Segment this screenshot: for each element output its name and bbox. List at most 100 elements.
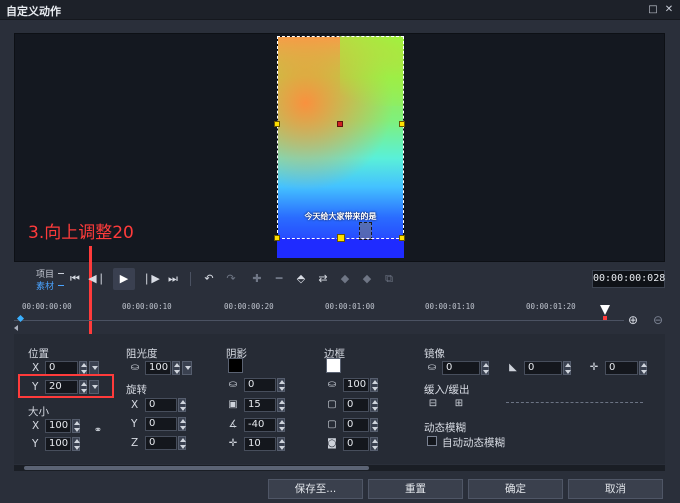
resize-handle-bottom[interactable] bbox=[337, 234, 345, 242]
maximize-icon[interactable]: □ bbox=[646, 3, 660, 17]
redo-icon[interactable]: ↷ bbox=[222, 270, 240, 288]
size-x-input[interactable]: 100 bbox=[45, 419, 71, 433]
border-soft-input[interactable]: 0 bbox=[343, 437, 369, 451]
rotation-y-spinner[interactable] bbox=[178, 417, 186, 431]
size-group-title: 大小 bbox=[28, 406, 49, 418]
title-bar bbox=[0, 0, 680, 20]
ease-in-icon[interactable]: ⊟ bbox=[426, 397, 440, 411]
shadow-angle-input[interactable]: -40 bbox=[244, 418, 276, 432]
shadow-opacity-input[interactable]: 0 bbox=[244, 378, 276, 392]
cancel-button[interactable]: 取消 bbox=[568, 479, 663, 499]
border-width-input[interactable]: 0 bbox=[343, 398, 369, 412]
timeline-track[interactable] bbox=[14, 320, 624, 321]
resize-handle-bottom-left[interactable] bbox=[274, 235, 280, 241]
opacity-spinner[interactable] bbox=[172, 361, 180, 375]
next-keyframe-icon[interactable]: ◆ bbox=[358, 270, 376, 288]
rotation-z-input[interactable]: 0 bbox=[145, 436, 177, 450]
save-as-button[interactable]: 保存至... bbox=[268, 479, 363, 499]
go-to-end-icon[interactable]: ⏭ bbox=[164, 270, 182, 288]
flip-keyframe-icon[interactable]: ⬘ bbox=[292, 270, 310, 288]
center-handle[interactable] bbox=[337, 121, 343, 127]
position-x-spinner[interactable] bbox=[79, 361, 87, 375]
position-x-dropdown[interactable] bbox=[89, 361, 99, 375]
shadow-distance-icon: ✛ bbox=[228, 438, 238, 449]
go-to-start-icon[interactable]: ⏮ bbox=[66, 270, 84, 288]
playhead-marker bbox=[603, 316, 607, 320]
scroll-left-icon[interactable] bbox=[14, 325, 18, 331]
mirror-opacity-spinner[interactable] bbox=[481, 361, 489, 375]
position-x-input[interactable]: 0 bbox=[45, 361, 78, 375]
playhead[interactable] bbox=[600, 305, 610, 315]
rotation-x-label: X bbox=[131, 399, 139, 411]
transport-divider bbox=[190, 272, 191, 286]
resize-handle-right[interactable] bbox=[399, 121, 405, 127]
swap-keyframe-icon[interactable]: ⇄ bbox=[314, 270, 332, 288]
mirror-opacity-input[interactable]: 0 bbox=[442, 361, 480, 375]
mirror-distance-spinner[interactable] bbox=[639, 361, 647, 375]
opacity-input[interactable]: 100 bbox=[145, 361, 171, 375]
rotation-z-spinner[interactable] bbox=[178, 436, 186, 450]
ruler-tick-label: 00:00:01:00 bbox=[325, 302, 375, 311]
border-opacity-spinner[interactable] bbox=[370, 378, 378, 392]
highlight-box bbox=[18, 374, 114, 398]
material-mode-label[interactable]: 素材 bbox=[36, 279, 54, 292]
shadow-angle-spinner[interactable] bbox=[277, 418, 285, 432]
border-width-spinner[interactable] bbox=[370, 398, 378, 412]
size-x-spinner[interactable] bbox=[72, 419, 80, 433]
ok-button[interactable]: 确定 bbox=[468, 479, 563, 499]
shadow-blur-input[interactable]: 15 bbox=[244, 398, 276, 412]
previous-frame-icon[interactable]: ◀❘ bbox=[88, 270, 106, 288]
mirror-fade-icon: ◣ bbox=[509, 362, 517, 373]
border-opacity-icon: ⛀ bbox=[327, 379, 337, 390]
shadow-distance-input[interactable]: 10 bbox=[244, 437, 276, 451]
close-icon[interactable]: ✕ bbox=[662, 3, 676, 17]
resize-handle-bottom-right[interactable] bbox=[399, 235, 405, 241]
border-soft-icon: ◙ bbox=[327, 438, 337, 449]
size-y-spinner[interactable] bbox=[72, 437, 80, 451]
mirror-opacity-icon: ⛀ bbox=[427, 362, 437, 373]
border-soft-spinner[interactable] bbox=[370, 437, 378, 451]
shadow-blur-spinner[interactable] bbox=[277, 398, 285, 412]
previous-keyframe-icon[interactable]: ◆ bbox=[336, 270, 354, 288]
shadow-angle-icon: ∡ bbox=[228, 419, 238, 430]
remove-keyframe-icon[interactable]: ━ bbox=[270, 270, 288, 288]
rotation-y-input[interactable]: 0 bbox=[145, 417, 177, 431]
next-frame-icon[interactable]: ❘▶ bbox=[142, 270, 160, 288]
size-y-input[interactable]: 100 bbox=[45, 437, 71, 451]
rotation-x-input[interactable]: 0 bbox=[145, 398, 177, 412]
border-corner-input[interactable]: 0 bbox=[343, 418, 369, 432]
mirror-distance-icon: ✛ bbox=[589, 362, 599, 373]
reset-button[interactable]: 重置 bbox=[368, 479, 463, 499]
border-corner-spinner[interactable] bbox=[370, 418, 378, 432]
window-title: 自定义动作 bbox=[6, 5, 61, 18]
link-aspect-icon[interactable]: ⚭ bbox=[91, 424, 105, 438]
opacity-dropdown[interactable] bbox=[182, 361, 192, 375]
auto-motion-blur-checkbox[interactable] bbox=[427, 436, 437, 446]
zoom-out-icon[interactable]: ⊖ bbox=[650, 312, 666, 328]
shadow-distance-spinner[interactable] bbox=[277, 437, 285, 451]
motion-blur-group-title: 动态模糊 bbox=[424, 422, 466, 434]
add-keyframe-icon[interactable]: ✚ bbox=[248, 270, 266, 288]
copy-keyframe-icon[interactable]: ⧉ bbox=[380, 270, 398, 288]
horizontal-scrollbar-thumb[interactable] bbox=[24, 466, 369, 470]
mirror-distance-input[interactable]: 0 bbox=[605, 361, 638, 375]
shadow-opacity-spinner[interactable] bbox=[277, 378, 285, 392]
undo-icon[interactable]: ↶ bbox=[200, 270, 218, 288]
rotation-z-label: Z bbox=[131, 437, 139, 449]
mirror-fade-spinner[interactable] bbox=[563, 361, 571, 375]
timecode-display[interactable]: 00:00:00:028 bbox=[592, 270, 665, 288]
border-opacity-input[interactable]: 100 bbox=[343, 378, 369, 392]
play-icon[interactable]: ▶ bbox=[115, 270, 133, 288]
shadow-color-swatch[interactable] bbox=[228, 358, 243, 373]
rotation-x-spinner[interactable] bbox=[178, 398, 186, 412]
size-y-label: Y bbox=[32, 438, 39, 450]
resize-handle-left[interactable] bbox=[274, 121, 280, 127]
opacity-icon: ⛀ bbox=[130, 362, 140, 373]
mirror-fade-input[interactable]: 0 bbox=[524, 361, 562, 375]
ease-out-icon[interactable]: ⊞ bbox=[452, 397, 466, 411]
zoom-in-icon[interactable]: ⊕ bbox=[625, 312, 641, 328]
selection-edge-top bbox=[277, 36, 404, 37]
border-color-swatch[interactable] bbox=[326, 358, 341, 373]
mirror-group-title: 镜像 bbox=[424, 348, 445, 360]
easing-slider[interactable] bbox=[506, 402, 643, 404]
